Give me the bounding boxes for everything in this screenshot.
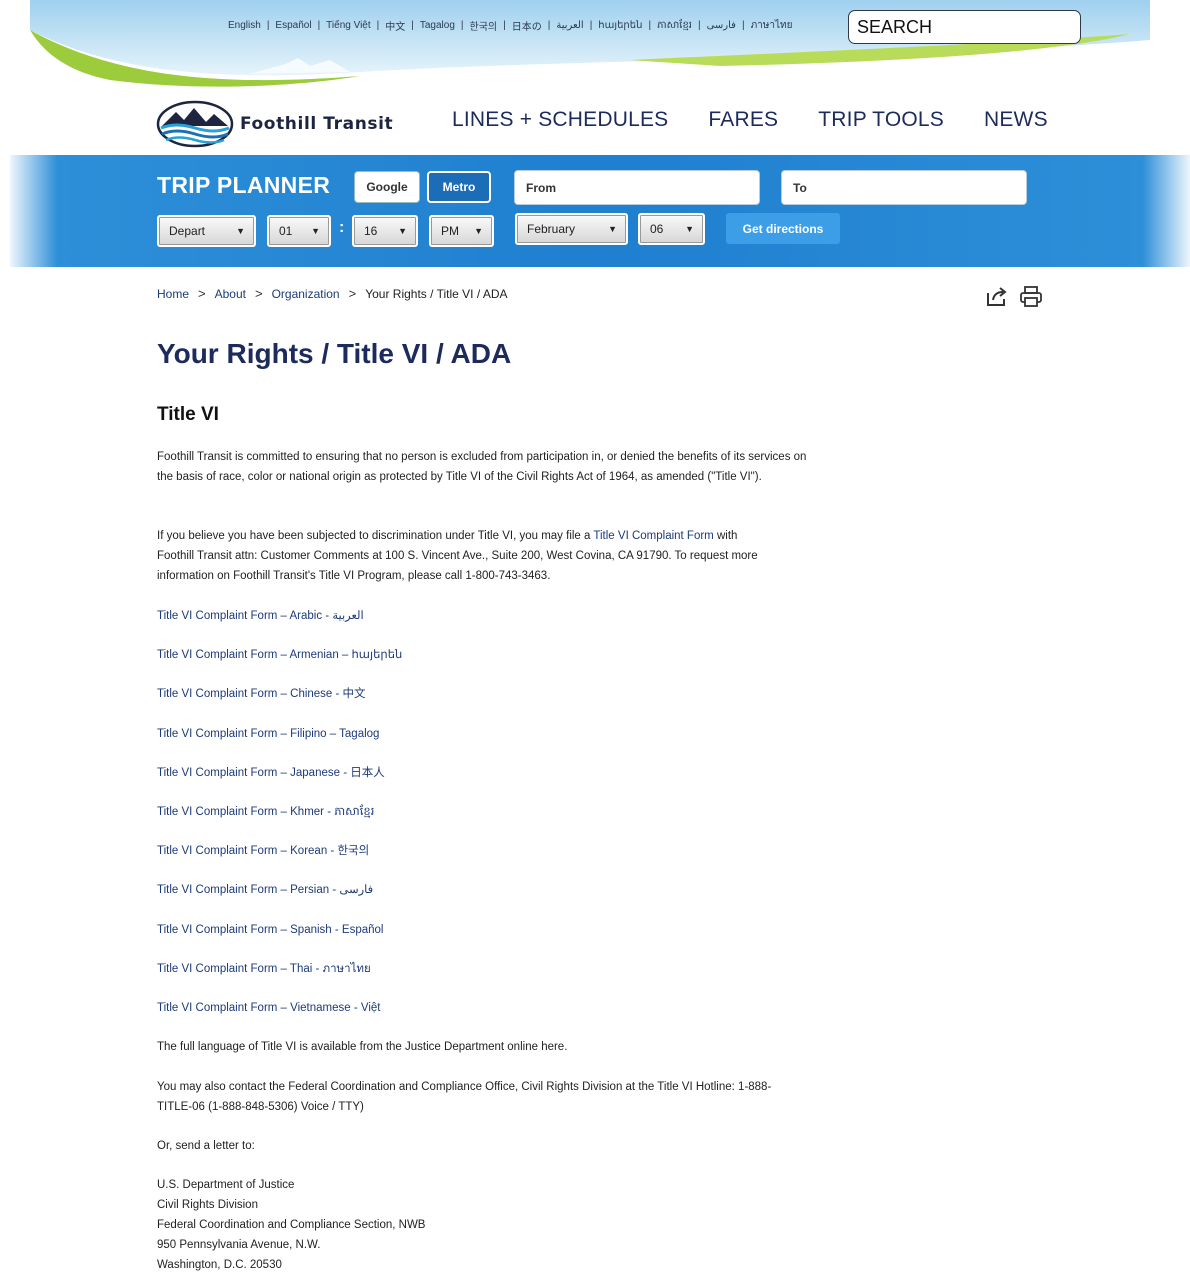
from-input[interactable] <box>514 170 760 205</box>
dropdown-arrow-icon: ▼ <box>608 224 617 234</box>
address-line: Civil Rights Division <box>157 1199 258 1211</box>
breadcrumb-organization[interactable]: Organization <box>272 287 340 301</box>
breadcrumb-separator: > <box>198 286 206 301</box>
complaint-text-before: If you believe you have been subjected t… <box>157 530 594 542</box>
form-link-filipino[interactable]: Title VI Complaint Form – Filipino – Tag… <box>157 724 402 763</box>
address-line: U.S. Department of Justice <box>157 1179 295 1191</box>
time-colon: : <box>339 219 345 236</box>
get-directions-button[interactable]: Get directions <box>726 213 840 244</box>
address-line: Washington, D.C. 20530 <box>157 1259 282 1271</box>
lang-persian[interactable]: فارسی <box>707 20 736 31</box>
top-banner: English | Español | Tiếng Việt | 中文 | Tagalo… <box>0 0 1190 100</box>
hour-select[interactable]: 01 ▼ <box>267 215 331 247</box>
form-link-persian[interactable]: Title VI Complaint Form – Persian - فارس… <box>157 880 402 919</box>
mailing-address: U.S. Department of Justice Civil Rights … <box>157 1175 425 1272</box>
nav-fares[interactable]: FARES <box>708 108 778 132</box>
lang-chinese[interactable]: 中文 <box>385 18 405 33</box>
month-select-value: February <box>527 222 576 236</box>
breadcrumb: Home > About > Organization > Your Right… <box>157 286 508 301</box>
address-line: Federal Coordination and Compliance Sect… <box>157 1219 426 1231</box>
full-language-paragraph: The full language of Title VI is availab… <box>157 1037 817 1057</box>
minute-select[interactable]: 16 ▼ <box>352 215 418 247</box>
contact-paragraph: You may also contact the Federal Coordin… <box>157 1081 772 1113</box>
to-input[interactable] <box>781 170 1027 205</box>
form-link-armenian[interactable]: Title VI Complaint Form – Armenian – հայ… <box>157 645 402 684</box>
complaint-form-list: Title VI Complaint Form – Arabic - العرب… <box>157 606 402 1037</box>
page-title: Your Rights / Title VI / ADA <box>157 338 512 369</box>
dropdown-arrow-icon: ▼ <box>236 226 245 236</box>
breadcrumb-separator: > <box>348 286 357 301</box>
breadcrumb-home[interactable]: Home <box>157 287 189 301</box>
lang-spanish[interactable]: Español <box>275 20 311 31</box>
ampm-select-value: PM <box>441 224 459 238</box>
depart-select[interactable]: Depart ▼ <box>157 215 256 247</box>
lang-tagalog[interactable]: Tagalog <box>420 20 455 31</box>
dropdown-arrow-icon: ▼ <box>685 224 694 234</box>
lang-armenian[interactable]: հայերեն <box>598 20 642 31</box>
month-select[interactable]: February ▼ <box>515 213 628 245</box>
hour-select-value: 01 <box>279 224 293 238</box>
lang-english[interactable]: English <box>228 20 261 31</box>
full-language-here-link[interactable]: here <box>541 1041 564 1053</box>
nav-trip-tools[interactable]: TRIP TOOLS <box>818 108 944 132</box>
main-nav: LINES + SCHEDULES FARES TRIP TOOLS NEWS <box>452 108 1088 132</box>
metro-toggle-button[interactable]: Metro <box>427 171 491 203</box>
complaint-paragraph: If you believe you have been subjected t… <box>157 526 772 586</box>
minute-select-value: 16 <box>364 224 378 238</box>
dropdown-arrow-icon: ▼ <box>311 226 320 236</box>
full-language-before: The full language of Title VI is availab… <box>157 1041 542 1053</box>
lang-khmer[interactable]: ភាសាខ្មែរ <box>657 18 692 33</box>
lang-korean[interactable]: 한국의 <box>470 18 498 33</box>
breadcrumb-about[interactable]: About <box>215 287 246 301</box>
nav-lines-schedules[interactable]: LINES + SCHEDULES <box>452 108 668 132</box>
dropdown-arrow-icon: ▼ <box>474 226 483 236</box>
lang-japanese[interactable]: 日本の <box>512 18 542 33</box>
nav-news[interactable]: NEWS <box>984 108 1048 132</box>
share-icon[interactable] <box>986 287 1008 307</box>
breadcrumb-separator: > <box>254 286 263 301</box>
form-link-korean[interactable]: Title VI Complaint Form – Korean - 한국의 <box>157 841 402 880</box>
trip-planner-title: TRIP PLANNER <box>157 172 331 198</box>
trip-planner: TRIP PLANNER Google Metro Depart ▼ 01 ▼ … <box>10 155 1190 267</box>
search-input[interactable] <box>848 10 1081 44</box>
ampm-select[interactable]: PM ▼ <box>429 215 494 247</box>
lang-vietnamese[interactable]: Tiếng Việt <box>326 20 370 31</box>
intro-paragraph: Foothill Transit is committed to ensurin… <box>157 451 807 483</box>
lang-thai[interactable]: ภาษาไทย <box>751 18 793 33</box>
letter-intro: Or, send a letter to: <box>157 1140 255 1152</box>
print-icon[interactable] <box>1020 286 1042 307</box>
day-select-value: 06 <box>650 222 664 236</box>
language-bar: English | Español | Tiếng Việt | 中文 | Tagalo… <box>228 18 793 33</box>
lang-arabic[interactable]: العربية <box>556 20 583 31</box>
google-toggle-button[interactable]: Google <box>354 171 420 203</box>
form-link-japanese[interactable]: Title VI Complaint Form – Japanese - 日本人 <box>157 763 402 802</box>
form-link-thai[interactable]: Title VI Complaint Form – Thai - ภาษาไทย <box>157 959 402 998</box>
day-select[interactable]: 06 ▼ <box>638 213 705 245</box>
form-link-chinese[interactable]: Title VI Complaint Form – Chinese - 中文 <box>157 684 402 723</box>
site-logo[interactable]: Foothill Transit <box>156 100 393 148</box>
mountain-logo-icon <box>156 100 234 148</box>
complaint-form-link[interactable]: Title VI Complaint Form <box>593 530 713 542</box>
brand-name: Foothill Transit <box>240 114 394 134</box>
form-link-khmer[interactable]: Title VI Complaint Form – Khmer - ភាសាខ្… <box>157 802 402 841</box>
section-heading-title-vi: Title VI <box>157 404 219 425</box>
breadcrumb-current: Your Rights / Title VI / ADA <box>365 286 508 301</box>
depart-select-value: Depart <box>169 224 206 238</box>
form-link-arabic[interactable]: Title VI Complaint Form – Arabic - العرب… <box>157 606 402 645</box>
full-language-after: . <box>564 1041 568 1053</box>
dropdown-arrow-icon: ▼ <box>398 226 407 236</box>
form-link-spanish[interactable]: Title VI Complaint Form – Spanish - Espa… <box>157 920 402 959</box>
address-line: 950 Pennsylvania Avenue, N.W. <box>157 1239 321 1251</box>
form-link-vietnamese[interactable]: Title VI Complaint Form – Vietnamese - V… <box>157 998 402 1037</box>
